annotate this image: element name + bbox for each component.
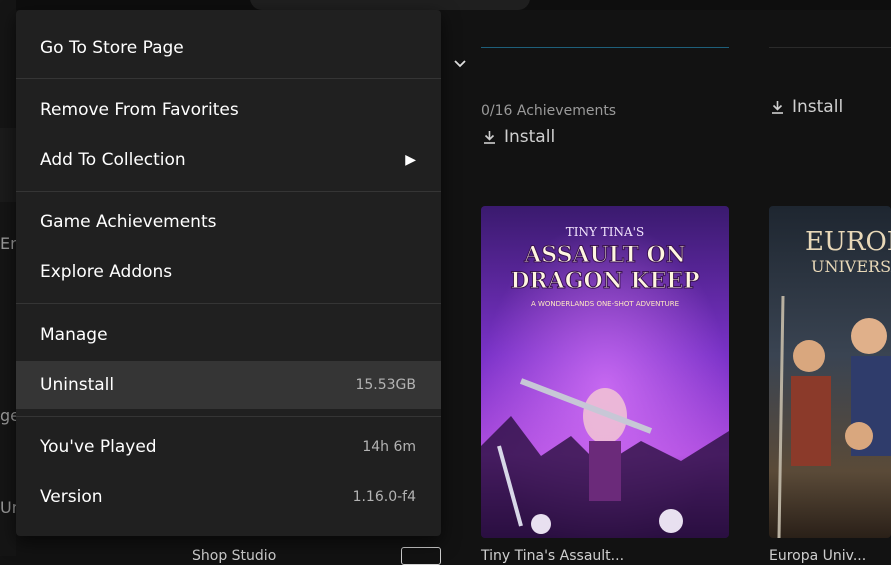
version-value: 1.16.0-f4 (352, 489, 416, 505)
achievements-count: 0/16 Achievements (481, 103, 617, 119)
install-label: Install (792, 97, 844, 117)
install-size: 15.53GB (355, 377, 416, 393)
menu-item-label: Version (40, 487, 103, 507)
menu-item-label: Manage (40, 325, 108, 345)
sidebar-clipped-text-2: ge (0, 406, 16, 425)
card-divider (769, 47, 891, 48)
chevron-down-icon[interactable] (454, 58, 466, 70)
cover-title-line1: TINY TINA'S (566, 225, 644, 239)
menu-item-version: Version 1.16.0-f4 (16, 473, 441, 521)
game-cover-tiny-tinas[interactable]: TINY TINA'S ASSAULT ON DRAGON KEEP A WON… (481, 206, 729, 538)
menu-item-label: Explore Addons (40, 262, 173, 282)
menu-item-explore-addons[interactable]: Explore Addons (16, 248, 441, 296)
tile-toggle[interactable] (401, 547, 441, 565)
menu-item-game-achievements[interactable]: Game Achievements (16, 198, 441, 246)
menu-item-add-to-collection[interactable]: Add To Collection ▶ (16, 136, 441, 184)
install-label: Install (504, 127, 556, 147)
sidebar-clipped-text-1: Eng (0, 234, 16, 253)
menu-item-label: Uninstall (40, 375, 115, 395)
chevron-right-icon: ▶ (405, 152, 416, 168)
menu-item-label: Remove From Favorites (40, 100, 239, 120)
menu-divider (16, 303, 441, 304)
menu-item-label: Add To Collection (40, 150, 186, 170)
cover-subtitle: A WONDERLANDS ONE-SHOT ADVENTURE (531, 300, 679, 308)
menu-item-uninstall[interactable]: Uninstall 15.53GB (16, 361, 441, 409)
menu-item-manage[interactable]: Manage (16, 311, 441, 359)
context-menu: Go To Store Page Remove From Favorites A… (16, 10, 441, 536)
search-bar[interactable] (250, 0, 530, 10)
menu-divider (16, 416, 441, 417)
sidebar-clipped-text-3: Uni (0, 498, 16, 517)
game-cover-europa-universalis[interactable]: EUROPA UNIVERSALIS (769, 206, 891, 538)
download-icon (772, 101, 783, 114)
install-button[interactable]: Install (771, 97, 843, 117)
menu-item-youve-played: You've Played 14h 6m (16, 423, 441, 471)
left-sidebar-highlight (0, 128, 16, 202)
game-title[interactable]: Tiny Tina's Assault... (481, 548, 624, 564)
left-sidebar (0, 0, 16, 556)
playtime-value: 14h 6m (362, 439, 416, 455)
menu-divider (16, 191, 441, 192)
menu-item-label: You've Played (40, 437, 157, 457)
menu-item-label: Go To Store Page (40, 38, 184, 58)
cover-title-line1: EUROPA (805, 227, 891, 257)
cover-title-line3: DRAGON KEEP (510, 268, 699, 294)
download-icon (484, 131, 495, 144)
menu-item-go-to-store-page[interactable]: Go To Store Page (16, 24, 441, 72)
cover-title-line2: ASSAULT ON (523, 242, 686, 268)
card-divider (481, 47, 729, 48)
menu-item-label: Game Achievements (40, 212, 217, 232)
menu-item-remove-from-favorites[interactable]: Remove From Favorites (16, 86, 441, 134)
cover-title-line2: UNIVERSALIS (811, 257, 891, 276)
game-title[interactable]: Shop Studio (192, 548, 276, 564)
game-title[interactable]: Europa Univ... (769, 548, 866, 564)
game-cover-art: TINY TINA'S ASSAULT ON DRAGON KEEP A WON… (481, 206, 729, 538)
game-cover-art: EUROPA UNIVERSALIS (769, 206, 891, 538)
menu-divider (16, 78, 441, 79)
install-button[interactable]: Install (483, 127, 555, 147)
